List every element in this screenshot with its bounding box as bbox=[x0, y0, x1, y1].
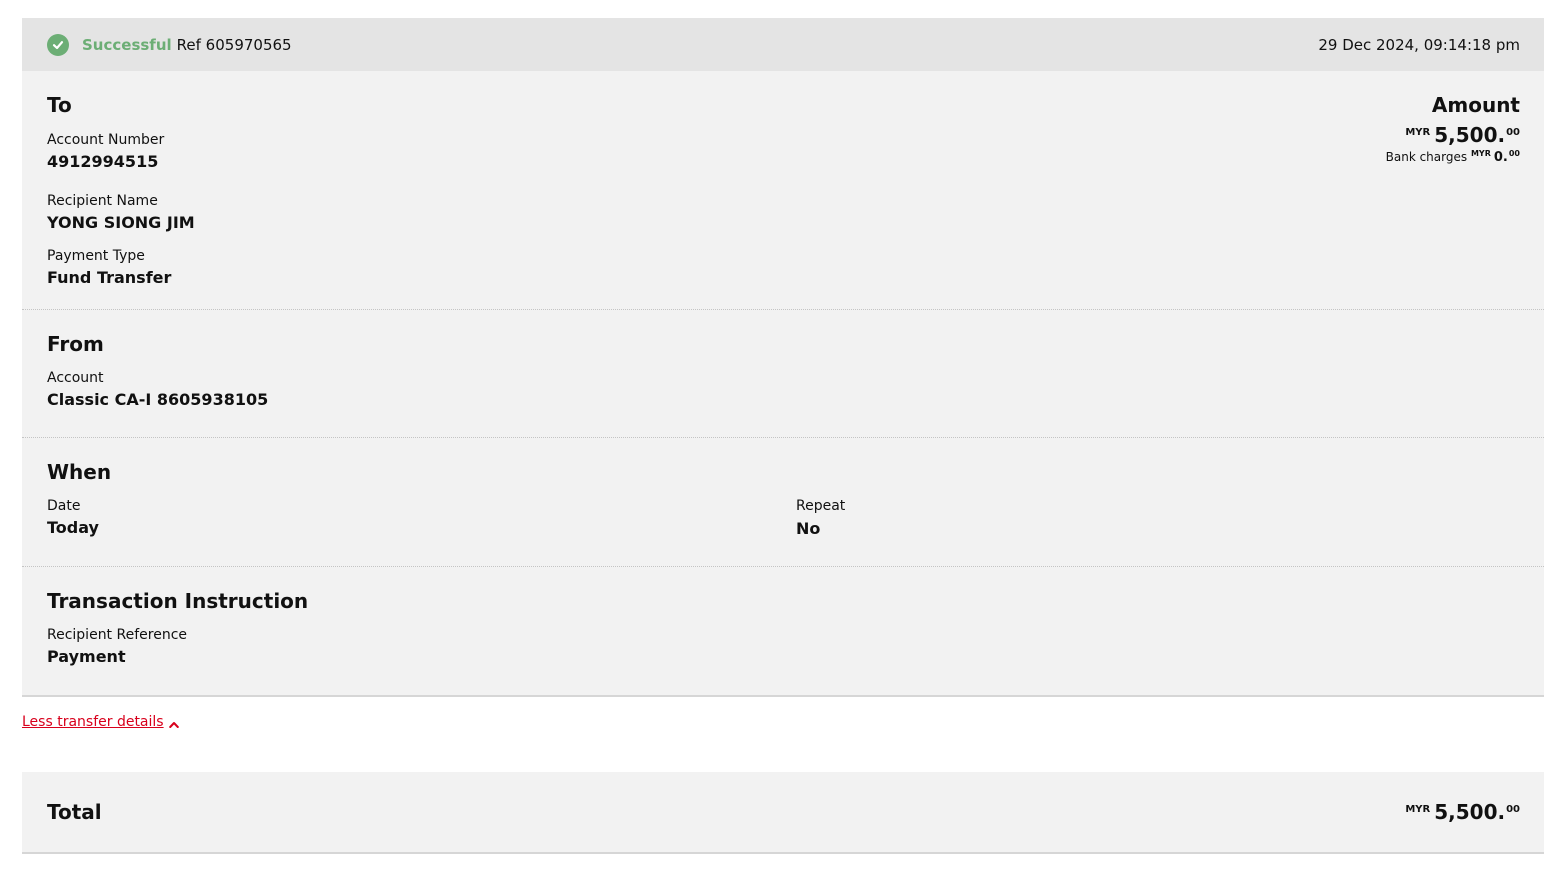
from-title: From bbox=[47, 332, 104, 356]
bank-charges-main: 0. bbox=[1493, 150, 1508, 165]
account-number-label: Account Number bbox=[47, 132, 165, 148]
amount-value: MYR 5,500.00 bbox=[1386, 123, 1520, 147]
status-bar: Successful Ref 605970565 29 Dec 2024, 09… bbox=[22, 18, 1544, 71]
bank-charges: Bank charges MYR 0.00 bbox=[1386, 149, 1520, 165]
transaction-instruction-section: Transaction Instruction Recipient Refere… bbox=[22, 567, 1544, 695]
account-number-value: 4912994515 bbox=[47, 152, 159, 171]
chevron-up-icon bbox=[168, 716, 179, 732]
payment-type-label: Payment Type bbox=[47, 248, 145, 264]
transaction-timestamp: 29 Dec 2024, 09:14:18 pm bbox=[1318, 35, 1520, 54]
to-title: To bbox=[47, 93, 72, 117]
bank-charges-label: Bank charges bbox=[1385, 150, 1468, 164]
from-section: From Account Classic CA-I 8605938105 bbox=[22, 310, 1544, 438]
total-currency: MYR bbox=[1405, 804, 1431, 815]
status-summary: Successful Ref 605970565 bbox=[47, 33, 296, 56]
check-circle-icon bbox=[47, 33, 69, 56]
transfer-details-card: Successful Ref 605970565 29 Dec 2024, 09… bbox=[22, 18, 1544, 695]
repeat-value: No bbox=[796, 519, 821, 538]
bank-charges-cents: 00 bbox=[1508, 149, 1520, 158]
reference-number: Ref 605970565 bbox=[176, 35, 292, 54]
date-label: Date bbox=[47, 498, 81, 514]
status-label: Successful bbox=[82, 35, 172, 54]
recipient-name-value: YONG SIONG JIM bbox=[47, 213, 195, 232]
to-section: To Account Number 4912994515 Recipient N… bbox=[22, 71, 1544, 310]
transaction-instruction-title: Transaction Instruction bbox=[47, 589, 309, 613]
when-title: When bbox=[47, 460, 112, 484]
bank-charges-currency: MYR bbox=[1470, 149, 1491, 158]
total-cents: 00 bbox=[1506, 804, 1520, 815]
transfer-receipt-page: Successful Ref 605970565 29 Dec 2024, 09… bbox=[0, 0, 1566, 875]
amount-cents: 00 bbox=[1506, 127, 1520, 138]
date-value: Today bbox=[47, 518, 99, 537]
recipient-reference-label: Recipient Reference bbox=[47, 627, 187, 643]
total-box: Total MYR 5,500.00 bbox=[22, 772, 1544, 852]
payment-type-value: Fund Transfer bbox=[47, 268, 172, 287]
from-account-value: Classic CA-I 8605938105 bbox=[47, 390, 269, 409]
recipient-name-label: Recipient Name bbox=[47, 193, 158, 209]
total-label: Total bbox=[47, 800, 102, 824]
amount-title: Amount bbox=[1431, 93, 1520, 117]
recipient-reference-value: Payment bbox=[47, 647, 126, 666]
total-main: 5,500. bbox=[1434, 800, 1506, 824]
amount-currency: MYR bbox=[1405, 127, 1431, 138]
amount-main: 5,500. bbox=[1434, 123, 1506, 147]
less-transfer-details-link[interactable]: Less transfer details bbox=[22, 712, 179, 732]
amount-block: Amount MYR 5,500.00 Bank charges MYR 0.00 bbox=[1386, 93, 1520, 165]
total-amount: MYR 5,500.00 bbox=[1405, 800, 1520, 824]
less-transfer-details-label: Less transfer details bbox=[22, 714, 164, 730]
from-account-label: Account bbox=[47, 370, 104, 386]
when-section: When Date Today Repeat No bbox=[22, 438, 1544, 567]
repeat-label: Repeat bbox=[796, 498, 846, 514]
